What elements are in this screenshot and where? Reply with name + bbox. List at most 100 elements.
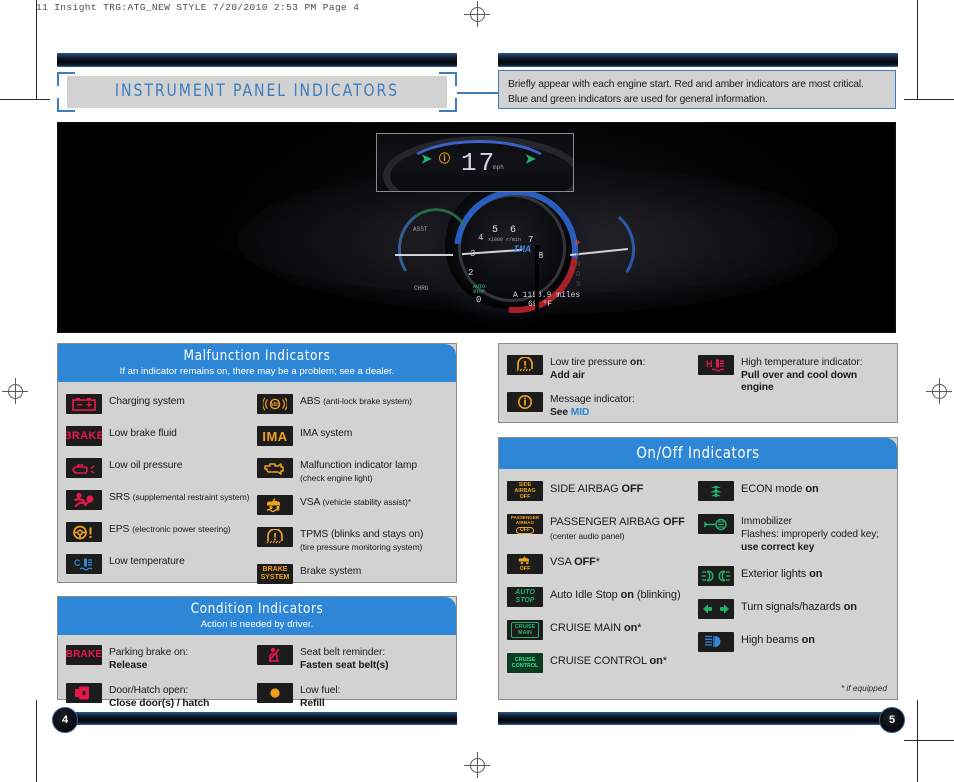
crop-mark-left-lower [36,700,37,782]
assist-needle [395,254,453,256]
charge-label: CHRG [414,285,429,292]
condition-indicators-panel: Condition Indicators Action is needed by… [57,596,457,709]
gear-position-n: N [576,261,581,269]
econ-mode-icon [698,481,734,502]
tach-tick-4: 4 [478,233,484,243]
crop-mark-top-left [0,99,50,100]
intro-note-text: Briefly appear with each engine start. R… [508,79,864,105]
list-item: SIDE AIRBAG OFF SIDE AIRBAG OFF [507,481,698,502]
tach-tick-2: 2 [468,268,474,278]
list-item-label: Malfunction indicator lamp (check engine … [300,460,418,483]
check-engine-icon [257,458,293,479]
malfunction-subheading: If an indicator remains on, there may be… [119,365,395,377]
inset-right-turn-icon: ➤ [525,151,536,166]
list-item-label: Seat belt reminder: Fasten seat belt(s) [300,647,389,671]
condition-right-column: Seat belt reminder: Fasten seat belt(s) L… [257,645,448,710]
list-item-label: PASSENGER AIRBAG OFF (center audio panel) [550,516,685,541]
exterior-lights-icon [698,565,734,586]
list-item: Turn signals/hazards on [698,598,889,619]
tach-tick-6: 6 [510,225,517,236]
list-item-label: ECON mode on [741,483,819,496]
onoff-panel-header: On/Off Indicators [499,438,897,470]
header-bar-right [498,53,898,67]
message-info-icon [507,392,543,413]
crop-mark-right-lower [917,700,918,782]
auto-stop-indicator: AUTO STOP [473,284,486,295]
ima-icon: IMA [257,426,293,447]
list-item: CRUISE CONTROL CRUISE CONTROL on* [507,653,698,674]
list-item: TPMS (blinks and stays on) (tire pressure… [257,527,448,554]
header-bar-left [57,53,457,67]
malfunction-left-column: Charging system BRAKE Low brake fluid Lo… [66,394,257,584]
registration-mark-bottom [464,752,490,778]
list-item: BRAKE Low brake fluid [66,426,257,447]
svg-text:H: H [706,359,713,369]
list-item: PASSENGER AIRBAG OFF PASSENGER AIRBAG OFF(… [507,514,698,543]
list-item-label: EPS (electronic power steering) [109,524,231,536]
list-item: IMA IMA system [257,426,448,447]
onoff-indicators-panel: On/Off Indicators SIDE AIRBAG OFF SIDE AIR… [498,437,898,700]
crop-mark-right [917,0,918,100]
turn-signal-icon [698,598,734,619]
title-bracket-bottom-right [439,98,457,112]
low-tire-pressure-icon [507,355,543,375]
photo-spine-split [535,245,539,332]
passenger-airbag-off-icon: PASSENGER AIRBAG OFF [507,514,543,535]
list-item: OFF VSA OFF* [507,554,698,575]
malfunction-heading: Malfunction Indicators [183,348,331,364]
gear-position-r: R [576,251,581,259]
condition-heading: Condition Indicators [190,601,324,617]
print-header-text: 11 Insight TRG:ATG_NEW STYLE 7/20/2010 2… [36,2,360,13]
srs-airbag-icon [66,490,102,511]
list-item-label: TPMS (blinks and stays on) (tire pressure… [300,529,424,552]
list-item-label: High beams on [741,633,815,646]
list-item: C Low temperature [66,554,257,575]
tach-tick-7: 7 [528,235,534,245]
high-beam-icon [698,631,734,652]
list-item-label: ABS (anti-lock brake system) [300,396,412,408]
side-airbag-off-icon: SIDE AIRBAG OFF [507,481,543,502]
top-right-left-column: Low tire pressure on: Add air Message ind… [507,355,698,419]
registration-mark-left [2,378,28,404]
temperature-reading: 69 °F [528,300,553,309]
speedometer-inset: ➤ ⓘ 17 mph ➤ [376,133,574,192]
list-item: Door/Hatch open: Close door(s) / hatch [66,683,257,710]
list-item-label: Low brake fluid [109,428,177,440]
page-number-right: 5 [879,707,905,733]
top-right-right-column: H High temperature indicator: Pull over a… [698,355,889,419]
list-item: ECON mode on [698,481,889,502]
list-item-label: CRUISE MAIN on* [550,622,642,635]
gear-position-s: S [576,281,581,289]
onoff-left-column: SIDE AIRBAG OFF SIDE AIRBAG OFF PASSENGER A… [507,481,698,674]
low-fuel-icon [257,683,293,704]
tpms-icon [257,527,293,548]
list-item: Immobilizer Flashes: improperly coded key… [698,514,889,554]
eps-steering-icon [66,522,102,543]
list-item-label: Message indicator: See MID [550,394,635,418]
condition-panel-header: Condition Indicators Action is needed by… [58,597,456,636]
list-item: ABS ABS (anti-lock brake system) [257,394,448,415]
condition-subheading: Action is needed by driver. [200,618,314,630]
list-item: SRS (supplemental restraint system) [66,490,257,511]
tach-tick-5: 5 [492,225,499,236]
list-item: Low tire pressure on: Add air [507,355,698,382]
high-temperature-icon: H [698,355,734,375]
door-ajar-icon [66,683,102,704]
list-item-label: Auto Idle Stop on (blinking) [550,589,681,602]
footer-bar-left [57,712,457,725]
inset-speed-value: 17 [461,148,497,178]
brake-fluid-icon: BRAKE [66,426,102,447]
inset-message-icon: ⓘ [439,153,450,165]
list-item: Low fuel: Refill [257,683,448,710]
list-item-label: SIDE AIRBAG OFF [550,483,644,496]
page-title: INSTRUMENT PANEL INDICATORS [114,81,400,101]
list-item-label: Exterior lights on [741,567,823,580]
brake-system-icon: BRAKE SYSTEM [257,564,293,585]
tach-tick-0: 0 [476,295,482,305]
list-item: VSA (vehicle stability assist)* [257,495,448,516]
list-item: H High temperature indicator: Pull over a… [698,355,889,395]
ima-gauge-label: IMA [513,245,532,256]
list-item-label: Door/Hatch open: Close door(s) / hatch [109,685,210,709]
abs-icon: ABS [257,394,293,415]
tach-tick-3: 3 [470,249,476,259]
